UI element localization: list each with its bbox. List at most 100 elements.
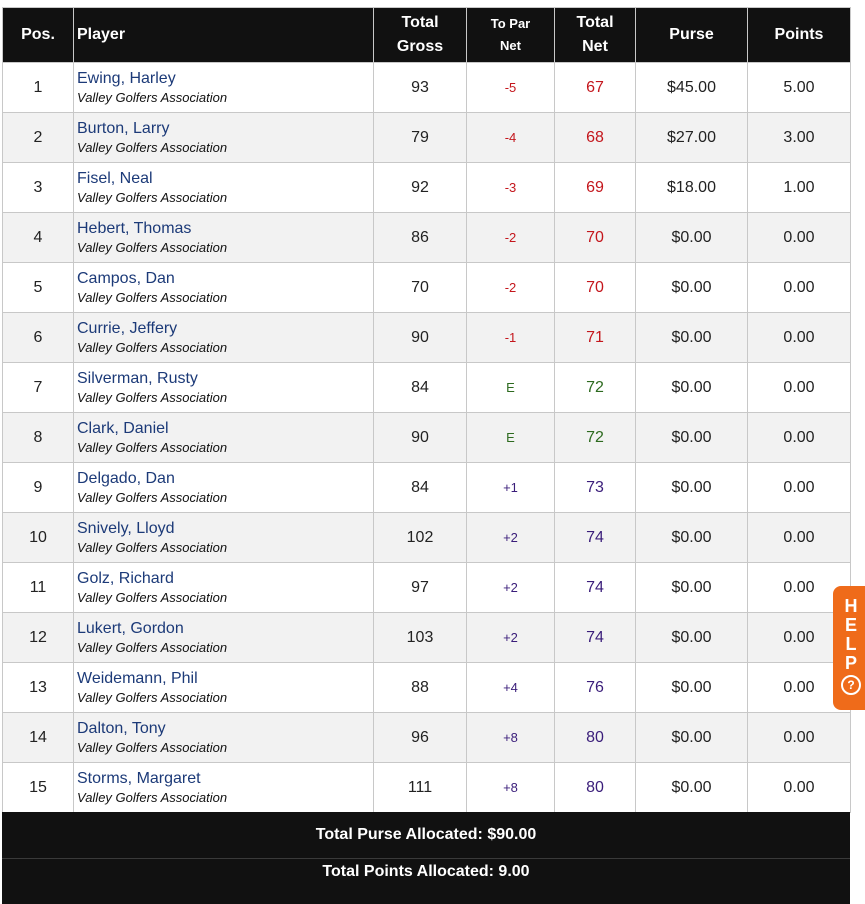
table-row: 4 Hebert, Thomas Valley Golfers Associat… — [2, 212, 851, 263]
purse-cell: $0.00 — [635, 362, 748, 413]
header-row: Pos. Player Total Gross To Par Net Total… — [2, 7, 851, 63]
points-cell: 0.00 — [747, 712, 851, 763]
position-cell: 15 — [2, 762, 74, 813]
total-gross-cell: 96 — [373, 712, 467, 763]
player-name-link[interactable]: Campos, Dan — [77, 268, 373, 289]
position-cell: 5 — [2, 262, 74, 313]
pos-header[interactable]: Pos. — [2, 7, 74, 63]
player-cell: Delgado, Dan Valley Golfers Association — [73, 462, 374, 513]
to-par-cell: -2 — [466, 262, 555, 313]
total-points-footer: Total Points Allocated: 9.00 — [2, 858, 850, 904]
player-club: Valley Golfers Association — [77, 390, 228, 405]
player-club: Valley Golfers Association — [77, 440, 228, 455]
player-name-link[interactable]: Golz, Richard — [77, 568, 373, 589]
points-cell: 0.00 — [747, 512, 851, 563]
player-name-link[interactable]: Silverman, Rusty — [77, 368, 373, 389]
help-tab-button[interactable]: H E L P ? — [833, 586, 865, 710]
to-par-header-line1: To Par — [490, 16, 531, 31]
player-name-link[interactable]: Currie, Jeffery — [77, 318, 373, 339]
total-gross-cell: 88 — [373, 662, 467, 713]
to-par-cell: -3 — [466, 162, 555, 213]
table-row: 10 Snively, Lloyd Valley Golfers Associa… — [2, 512, 851, 563]
total-net-header-line1: Total — [576, 14, 614, 31]
table-row: 8 Clark, Daniel Valley Golfers Associati… — [2, 412, 851, 463]
table-row: 6 Currie, Jeffery Valley Golfers Associa… — [2, 312, 851, 363]
total-net-header[interactable]: Total Net — [554, 7, 636, 63]
player-name-link[interactable]: Storms, Margaret — [77, 768, 373, 789]
player-club: Valley Golfers Association — [77, 240, 228, 255]
player-name-link[interactable]: Hebert, Thomas — [77, 218, 373, 239]
total-gross-cell: 111 — [373, 762, 467, 813]
position-cell: 3 — [2, 162, 74, 213]
purse-cell: $0.00 — [635, 462, 748, 513]
total-gross-cell: 103 — [373, 612, 467, 663]
total-net-cell: 70 — [554, 212, 636, 263]
player-name-link[interactable]: Delgado, Dan — [77, 468, 373, 489]
player-cell: Golz, Richard Valley Golfers Association — [73, 562, 374, 613]
player-name-link[interactable]: Dalton, Tony — [77, 718, 373, 739]
player-cell: Fisel, Neal Valley Golfers Association — [73, 162, 374, 213]
total-gross-header[interactable]: Total Gross — [373, 7, 467, 63]
player-cell: Storms, Margaret Valley Golfers Associat… — [73, 762, 374, 813]
player-cell: Dalton, Tony Valley Golfers Association — [73, 712, 374, 763]
player-club: Valley Golfers Association — [77, 490, 228, 505]
points-cell: 0.00 — [747, 312, 851, 363]
position-cell: 2 — [2, 112, 74, 163]
to-par-cell: -1 — [466, 312, 555, 363]
points-cell: 0.00 — [747, 212, 851, 263]
total-gross-cell: 97 — [373, 562, 467, 613]
total-net-header-line2: Net — [582, 38, 608, 55]
table-row: 9 Delgado, Dan Valley Golfers Associatio… — [2, 462, 851, 513]
player-name-link[interactable]: Lukert, Gordon — [77, 618, 373, 639]
help-letter: L — [845, 634, 857, 654]
to-par-cell: -5 — [466, 62, 555, 113]
total-gross-cell: 90 — [373, 312, 467, 363]
purse-cell: $45.00 — [635, 62, 748, 113]
position-cell: 14 — [2, 712, 74, 763]
to-par-cell: +2 — [466, 512, 555, 563]
purse-cell: $0.00 — [635, 662, 748, 713]
total-gross-cell: 102 — [373, 512, 467, 563]
player-club: Valley Golfers Association — [77, 90, 228, 105]
to-par-cell: +8 — [466, 712, 555, 763]
total-net-cell: 74 — [554, 612, 636, 663]
help-letter: H — [844, 596, 858, 616]
player-cell: Campos, Dan Valley Golfers Association — [73, 262, 374, 313]
player-cell: Hebert, Thomas Valley Golfers Associatio… — [73, 212, 374, 263]
player-name-link[interactable]: Clark, Daniel — [77, 418, 373, 439]
player-club: Valley Golfers Association — [77, 790, 228, 805]
player-cell: Burton, Larry Valley Golfers Association — [73, 112, 374, 163]
points-header[interactable]: Points — [747, 7, 851, 63]
total-net-cell: 70 — [554, 262, 636, 313]
player-club: Valley Golfers Association — [77, 690, 228, 705]
purse-cell: $0.00 — [635, 512, 748, 563]
total-net-cell: 68 — [554, 112, 636, 163]
table-row: 3 Fisel, Neal Valley Golfers Association… — [2, 162, 851, 213]
player-name-link[interactable]: Burton, Larry — [77, 118, 373, 139]
player-cell: Snively, Lloyd Valley Golfers Associatio… — [73, 512, 374, 563]
purse-cell: $27.00 — [635, 112, 748, 163]
position-cell: 8 — [2, 412, 74, 463]
purse-header[interactable]: Purse — [635, 7, 748, 63]
total-gross-cell: 86 — [373, 212, 467, 263]
purse-cell: $0.00 — [635, 562, 748, 613]
purse-cell: $0.00 — [635, 212, 748, 263]
to-par-net-header[interactable]: To Par Net — [466, 7, 555, 63]
total-net-cell: 74 — [554, 512, 636, 563]
purse-cell: $18.00 — [635, 162, 748, 213]
total-gross-cell: 70 — [373, 262, 467, 313]
player-header[interactable]: Player — [73, 7, 374, 63]
player-name-link[interactable]: Fisel, Neal — [77, 168, 373, 189]
player-name-link[interactable]: Weidemann, Phil — [77, 668, 373, 689]
player-name-link[interactable]: Ewing, Harley — [77, 68, 373, 89]
to-par-cell: E — [466, 362, 555, 413]
table-row: 11 Golz, Richard Valley Golfers Associat… — [2, 562, 851, 613]
player-name-link[interactable]: Snively, Lloyd — [77, 518, 373, 539]
player-club: Valley Golfers Association — [77, 640, 228, 655]
to-par-cell: +8 — [466, 762, 555, 813]
purse-cell: $0.00 — [635, 412, 748, 463]
player-club: Valley Golfers Association — [77, 140, 228, 155]
to-par-cell: +2 — [466, 562, 555, 613]
points-cell: 1.00 — [747, 162, 851, 213]
player-cell: Currie, Jeffery Valley Golfers Associati… — [73, 312, 374, 363]
